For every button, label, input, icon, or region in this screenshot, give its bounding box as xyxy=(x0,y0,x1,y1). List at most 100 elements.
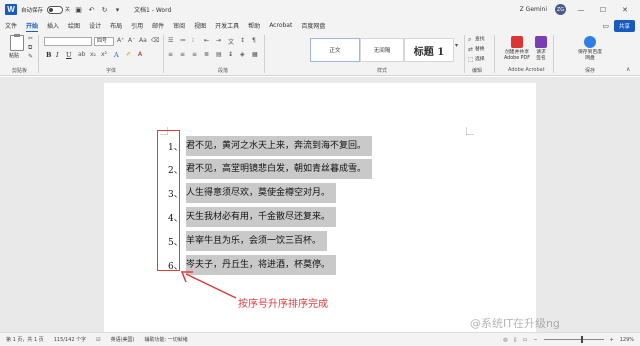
save-to-baidu-label[interactable]: 保存到百度网盘 xyxy=(578,50,602,62)
font-name-box[interactable] xyxy=(44,37,92,46)
paste-button-label[interactable]: 粘贴 xyxy=(9,52,19,59)
tab-draw[interactable]: 绘图 xyxy=(68,20,80,31)
accessibility-status[interactable]: 辅助功能: 一切就绪 xyxy=(145,336,188,343)
tab-baidu[interactable]: 百度网盘 xyxy=(301,20,325,31)
distributed-icon[interactable]: ▤ xyxy=(216,51,222,58)
tab-developer[interactable]: 开发工具 xyxy=(215,20,239,31)
style-heading-1[interactable]: 标题 1 xyxy=(404,38,454,62)
word-logo: W xyxy=(5,4,17,15)
request-signature-icon[interactable] xyxy=(535,36,547,48)
close-icon[interactable]: ✕ xyxy=(618,6,632,14)
bold-button[interactable]: B xyxy=(46,51,52,59)
tab-review[interactable]: 审阅 xyxy=(173,20,185,31)
format-painter-icon[interactable]: ✎ xyxy=(28,53,33,60)
zoom-percent[interactable]: 129% xyxy=(620,337,634,343)
find-icon[interactable]: ⌕ xyxy=(468,36,471,44)
save-icon[interactable]: ▣ xyxy=(74,6,83,14)
list-item[interactable]: 3、 人生得意须尽欢，莫使金樽空对月。 xyxy=(168,183,337,203)
paste-icon[interactable] xyxy=(10,34,24,51)
create-pdf-icon[interactable] xyxy=(511,36,523,48)
style-normal[interactable]: 正文 xyxy=(310,38,360,62)
print-layout-icon[interactable]: ▭ xyxy=(523,337,528,343)
page-count[interactable]: 第 1 页，共 1 页 xyxy=(6,336,44,343)
show-marks-icon[interactable]: ¶ xyxy=(252,37,256,44)
collapse-ribbon-icon[interactable]: ∧ xyxy=(626,66,630,73)
clear-format-icon[interactable]: ⌫ xyxy=(151,37,159,44)
numbering-icon[interactable]: ≔ xyxy=(180,37,186,44)
tab-insert[interactable]: 插入 xyxy=(47,20,59,31)
font-size-box[interactable]: 四号 xyxy=(94,37,114,46)
create-pdf-label[interactable]: 创建并共享 Adobe PDF xyxy=(498,50,536,62)
grow-font-icon[interactable]: A⁺ xyxy=(117,37,124,44)
cut-icon[interactable]: ✂ xyxy=(28,35,33,42)
multilevel-list-icon[interactable]: ⁝ xyxy=(192,37,194,44)
subscript-icon[interactable]: x₂ xyxy=(90,51,96,58)
shrink-font-icon[interactable]: A⁻ xyxy=(128,37,135,44)
minimize-icon[interactable]: — xyxy=(574,6,588,14)
underline-button[interactable]: U xyxy=(66,51,71,59)
request-signature-label[interactable]: 请求签名 xyxy=(534,50,548,62)
maximize-icon[interactable]: ☐ xyxy=(596,6,610,14)
tab-file[interactable]: 文件 xyxy=(5,20,17,31)
read-mode-icon[interactable]: ▯ xyxy=(514,337,517,343)
align-left-icon[interactable]: ≡ xyxy=(168,51,173,58)
italic-button[interactable]: I xyxy=(56,51,59,59)
decrease-indent-icon[interactable]: ⇤ xyxy=(204,37,209,44)
list-item[interactable]: 4、 天生我材必有用，千金散尽还复来。 xyxy=(168,207,337,227)
proofing-icon[interactable]: ☑ xyxy=(96,337,100,343)
bullets-icon[interactable]: ☰ xyxy=(168,37,173,44)
redo-icon[interactable]: ↻ xyxy=(100,6,109,14)
text-effects-button[interactable]: A xyxy=(114,51,119,59)
autosave-toggle[interactable] xyxy=(47,5,64,14)
select-icon[interactable]: ⬚ xyxy=(468,56,474,63)
tab-layout[interactable]: 布局 xyxy=(110,20,122,31)
tab-design[interactable]: 设计 xyxy=(89,20,101,31)
find-label[interactable]: 查找 xyxy=(475,37,485,43)
change-case-icon[interactable]: Aa xyxy=(139,37,147,44)
share-button[interactable]: 共享 xyxy=(613,19,635,32)
list-item[interactable]: 5、 羊宰牛且为乐，会须一饮三百杯。 xyxy=(168,231,328,251)
watermark: @系统IT在升级ng xyxy=(470,317,560,330)
language[interactable]: 英语(美国) xyxy=(111,336,135,343)
select-label[interactable]: 选择 xyxy=(475,57,485,63)
tab-references[interactable]: 引用 xyxy=(131,20,143,31)
tab-view[interactable]: 视图 xyxy=(194,20,206,31)
sort-icon[interactable]: ↕ xyxy=(240,37,245,44)
list-item[interactable]: 1、 君不见，黄河之水天上来，奔流到海不复回。 xyxy=(168,136,373,156)
list-item[interactable]: 2、 君不见，高堂明镜悲白发，朝如青丝暮成雪。 xyxy=(168,159,373,179)
superscript-icon[interactable]: x² xyxy=(101,51,107,58)
user-name[interactable]: Z Gemini xyxy=(520,6,547,13)
align-center-icon[interactable]: ≡ xyxy=(180,51,185,58)
replace-icon[interactable]: ⇄ xyxy=(468,46,473,53)
comment-icon[interactable]: ▭ xyxy=(602,22,609,30)
borders-icon[interactable]: ▦ xyxy=(252,51,258,58)
copy-icon[interactable]: ⧉ xyxy=(28,44,32,52)
zoom-out-icon[interactable]: − xyxy=(533,337,537,343)
word-count[interactable]: 115/142 个字 xyxy=(54,336,86,343)
styles-scroll-icon[interactable]: ▾ xyxy=(455,42,458,49)
line-spacing-icon[interactable]: ↨ xyxy=(228,51,233,58)
customize-icon[interactable]: ▾ xyxy=(113,6,122,14)
tab-mailings[interactable]: 邮件 xyxy=(152,20,164,31)
zoom-in-icon[interactable]: + xyxy=(610,337,614,343)
justify-icon[interactable]: ≣ xyxy=(204,51,209,58)
focus-icon[interactable]: ◎ xyxy=(503,337,507,343)
replace-label[interactable]: 替换 xyxy=(475,47,485,53)
font-color-icon[interactable]: A xyxy=(138,51,142,58)
tab-home[interactable]: 开始 xyxy=(26,20,39,32)
highlight-icon[interactable]: ✐ xyxy=(126,51,131,58)
shading-icon[interactable]: ◈ xyxy=(240,51,245,58)
tab-acrobat[interactable]: Acrobat xyxy=(269,21,292,30)
undo-icon[interactable]: ↶ xyxy=(87,6,96,14)
tab-help[interactable]: 帮助 xyxy=(248,20,260,31)
avatar[interactable]: ZG xyxy=(555,4,566,15)
zoom-slider-thumb[interactable] xyxy=(580,336,583,343)
increase-indent-icon[interactable]: ⇥ xyxy=(216,37,221,44)
zoom-slider[interactable] xyxy=(543,336,604,343)
style-no-spacing[interactable]: 无间隔 xyxy=(360,38,404,62)
strikethrough-icon[interactable]: ab xyxy=(78,51,86,58)
align-right-icon[interactable]: ≡ xyxy=(192,51,197,58)
chinese-layout-icon[interactable]: 文 xyxy=(228,37,234,46)
cloud-save-icon[interactable] xyxy=(584,36,596,48)
document-title: 文档1 - Word xyxy=(134,7,172,14)
